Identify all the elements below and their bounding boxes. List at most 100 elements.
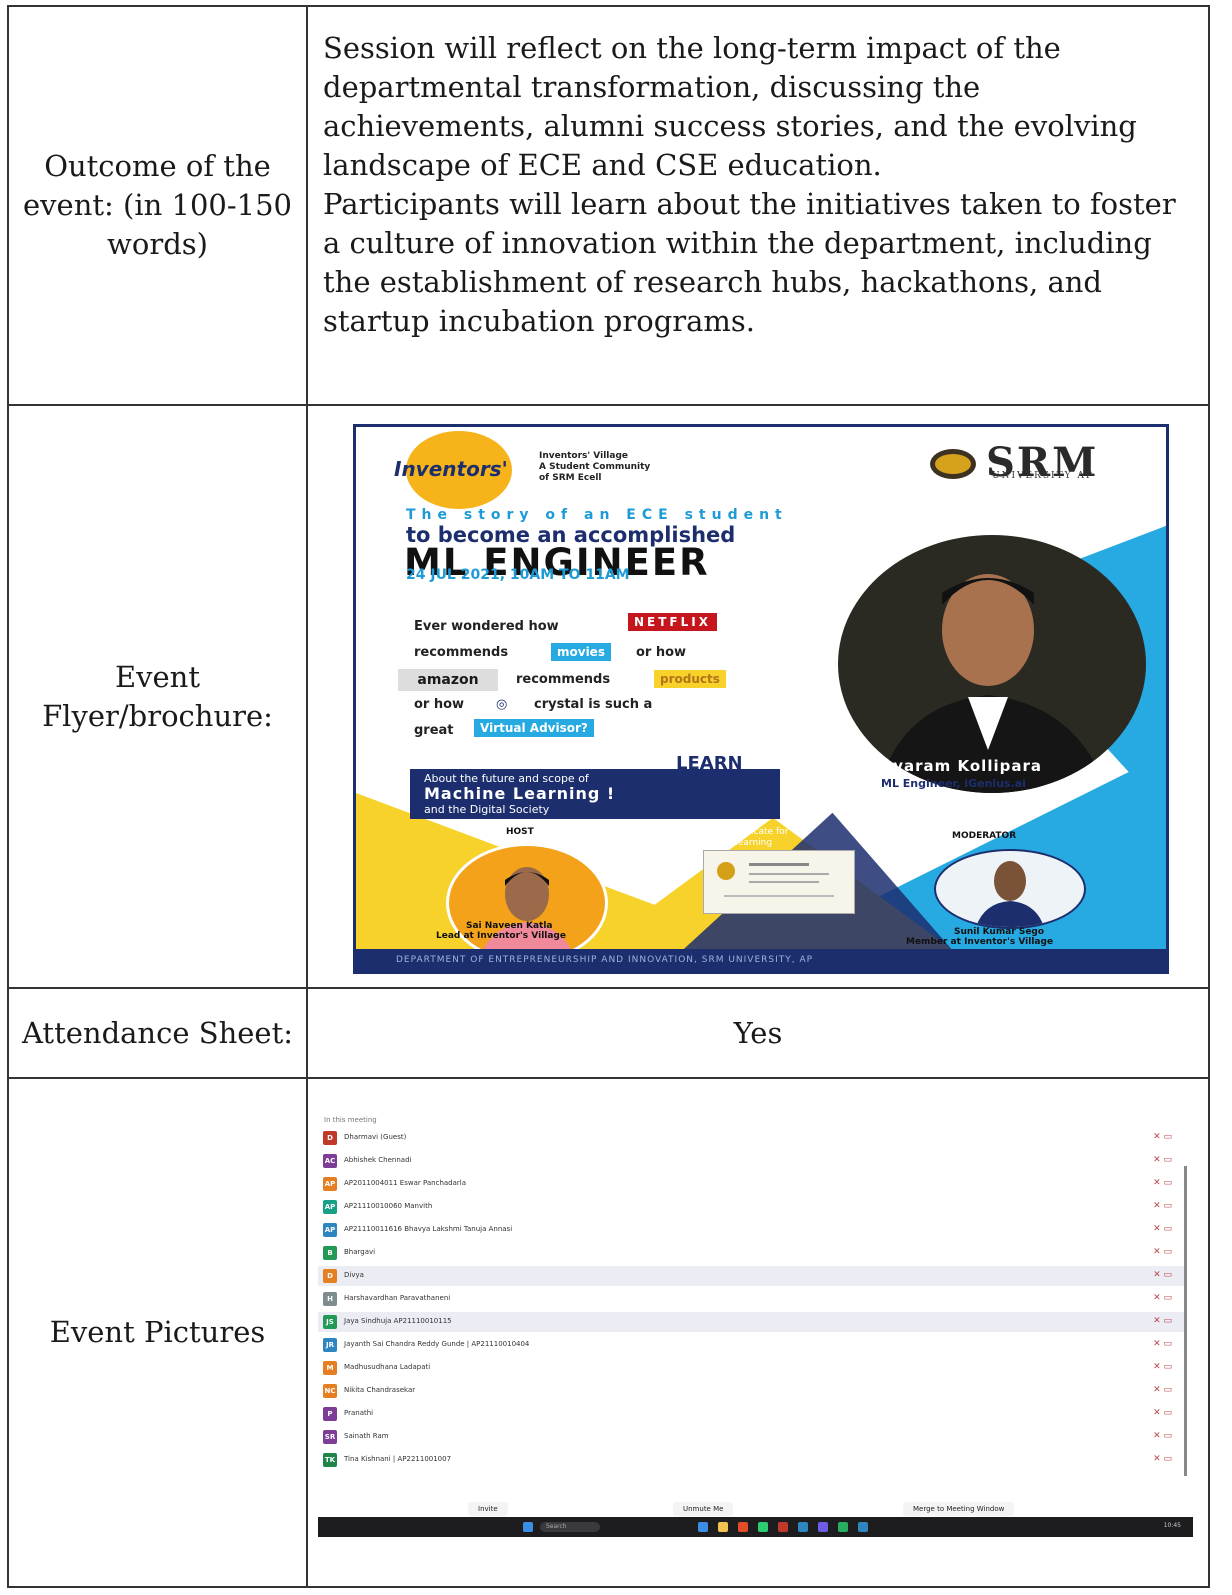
participants-title: In this meeting <box>324 1116 377 1124</box>
host-name: Sai Naveen Katla <box>466 921 553 931</box>
mic-camera-icon: ✕ ▭ <box>1153 1362 1172 1372</box>
participant-avatar: AP <box>323 1223 337 1237</box>
mic-camera-icon: ✕ ▭ <box>1153 1408 1172 1418</box>
flyer-date: 24 JUL 2021, 10AM TO 11AM <box>406 567 630 583</box>
participant-avatar: AP <box>323 1177 337 1191</box>
certificate-image <box>703 850 855 914</box>
scrollbar[interactable] <box>1184 1166 1187 1476</box>
mic-camera-icon: ✕ ▭ <box>1153 1454 1172 1464</box>
participant-row[interactable]: M Madhusudhana Ladapati ✕ ▭ <box>318 1358 1186 1378</box>
mic-camera-icon: ✕ ▭ <box>1153 1155 1172 1165</box>
participant-row[interactable]: AP AP21110011616 Bhavya Lakshmi Tanuja An… <box>318 1220 1186 1240</box>
moderator-photo <box>934 849 1086 929</box>
mic-camera-icon: ✕ ▭ <box>1153 1339 1172 1349</box>
participant-row[interactable]: NC Nikita Chandrasekar ✕ ▭ <box>318 1381 1186 1401</box>
taskbar-clock: 10:45 <box>1163 1522 1181 1529</box>
participant-row[interactable]: D Divya ✕ ▭ <box>318 1266 1186 1286</box>
participant-name: Sainath Ram <box>344 1432 389 1440</box>
host-portrait-icon <box>479 867 575 960</box>
participant-name: Nikita Chandrasekar <box>344 1386 416 1394</box>
participant-row[interactable]: TK Tina Kishnani | AP2211001007 ✕ ▭ <box>318 1450 1186 1470</box>
participant-row[interactable]: JS Jaya Sindhuja AP21110010115 ✕ ▭ <box>318 1312 1186 1332</box>
flyer-question: Ever wondered how <box>414 619 559 634</box>
participant-row[interactable]: B Bhargavi ✕ ▭ <box>318 1243 1186 1263</box>
mic-camera-icon: ✕ ▭ <box>1153 1385 1172 1395</box>
advisor-chip: Virtual Advisor? <box>474 719 594 737</box>
logo-word: Inventors' <box>394 457 508 481</box>
mic-camera-icon: ✕ ▭ <box>1153 1247 1172 1257</box>
pictures-cell: In this meeting D Dharmavi (Guest) ✕ ▭ AC Ab… <box>308 1079 1208 1586</box>
movies-chip: movies <box>551 643 611 661</box>
participant-avatar: NC <box>323 1384 337 1398</box>
participant-avatar: H <box>323 1292 337 1306</box>
participant-row[interactable]: SR Sainath Ram ✕ ▭ <box>318 1427 1186 1447</box>
participant-avatar: D <box>323 1131 337 1145</box>
windows-start-icon[interactable] <box>523 1522 533 1532</box>
participant-name: Tina Kishnani | AP2211001007 <box>344 1455 452 1463</box>
flyer-cell: Inventors' Inventors' Village A Student … <box>308 406 1208 987</box>
outcome-label: Outcome of the event: (in 100-150 words) <box>22 149 292 261</box>
learn-line: Machine Learning ! <box>424 784 616 803</box>
participant-name: Dharmavi (Guest) <box>344 1133 407 1141</box>
app-icon[interactable] <box>858 1522 868 1532</box>
netflix-logo: NETFLIX <box>628 613 717 631</box>
participant-name: Abhishek Chennadi <box>344 1156 412 1164</box>
participant-name: Jaya Sindhuja AP21110010115 <box>344 1317 452 1325</box>
srm-emblem-icon <box>930 449 976 479</box>
crystal-icon: ◎ <box>496 697 508 712</box>
participant-avatar: TK <box>323 1453 337 1467</box>
flyer-question: recommends <box>516 672 611 687</box>
participant-row[interactable]: AP AP21110010060 Manvith ✕ ▭ <box>318 1197 1186 1217</box>
participant-row[interactable]: AC Abhishek Chennadi ✕ ▭ <box>318 1151 1186 1171</box>
participant-name: Divya <box>344 1271 364 1279</box>
unmute-button[interactable]: Unmute Me <box>673 1502 734 1516</box>
participant-avatar: SR <box>323 1430 337 1444</box>
moderator-portrait-icon <box>976 861 1044 927</box>
flyer-story: The story of an ECE student <box>406 507 788 523</box>
app-icon[interactable] <box>778 1522 788 1532</box>
certificate-caption: Earn a certificate for your learning <box>696 827 789 848</box>
taskbar-search[interactable]: Search <box>540 1522 600 1532</box>
edge-icon[interactable] <box>698 1522 708 1532</box>
participant-avatar: P <box>323 1407 337 1421</box>
app-icon[interactable] <box>758 1522 768 1532</box>
attendance-value: Yes <box>733 1016 783 1050</box>
participant-avatar: B <box>323 1246 337 1260</box>
participant-row[interactable]: AP AP2011004011 Eswar Panchadarla ✕ ▭ <box>318 1174 1186 1194</box>
folder-icon[interactable] <box>718 1522 728 1532</box>
learn-box: About the future and scope of Machine Le… <box>410 769 780 819</box>
mic-camera-icon: ✕ ▭ <box>1153 1178 1172 1188</box>
mic-camera-icon: ✕ ▭ <box>1153 1316 1172 1326</box>
moderator-name: Sunil Kumar Sego <box>954 927 1045 937</box>
participant-name: AP21110011616 Bhavya Lakshmi Tanuja Anna… <box>344 1225 513 1233</box>
participant-name: Pranathi <box>344 1409 374 1417</box>
logo-subtitle: Inventors' Village A Student Community o… <box>539 451 651 483</box>
participant-avatar: JS <box>323 1315 337 1329</box>
attendance-cell: Yes <box>308 989 1208 1077</box>
merge-window-button[interactable]: Merge to Meeting Window <box>903 1502 1015 1516</box>
products-chip: products <box>654 670 726 688</box>
participant-row[interactable]: H Harshavardhan Paravathaneni ✕ ▭ <box>318 1289 1186 1309</box>
participant-name: Bhargavi <box>344 1248 376 1256</box>
outcome-paragraph-2: Participants will learn about the initia… <box>323 187 1176 338</box>
amazon-logo: amazon <box>398 669 498 691</box>
app-icon[interactable] <box>838 1522 848 1532</box>
mic-camera-icon: ✕ ▭ <box>1153 1293 1172 1303</box>
participant-row[interactable]: D Dharmavi (Guest) ✕ ▭ <box>318 1128 1186 1148</box>
attendance-label: Attendance Sheet: <box>21 1015 294 1050</box>
chrome-icon[interactable] <box>738 1522 748 1532</box>
app-icon[interactable] <box>798 1522 808 1532</box>
flyer-label: Event Flyer/brochure: <box>42 659 273 733</box>
flyer-question: recommends <box>414 645 509 660</box>
participant-avatar: M <box>323 1361 337 1375</box>
mic-camera-icon: ✕ ▭ <box>1153 1201 1172 1211</box>
teams-icon[interactable] <box>818 1522 828 1532</box>
participant-avatar: AC <box>323 1154 337 1168</box>
participant-avatar: JR <box>323 1338 337 1352</box>
flyer-question: or how <box>636 645 687 660</box>
participant-row[interactable]: P Pranathi ✕ ▭ <box>318 1404 1186 1424</box>
flyer-question: great <box>414 723 454 738</box>
participant-row[interactable]: JR Jayanth Sai Chandra Reddy Gunde | AP21… <box>318 1335 1186 1355</box>
invite-button[interactable]: Invite <box>468 1502 508 1516</box>
speaker-role: ML Engineer, iGenius.ai <box>881 777 1026 790</box>
